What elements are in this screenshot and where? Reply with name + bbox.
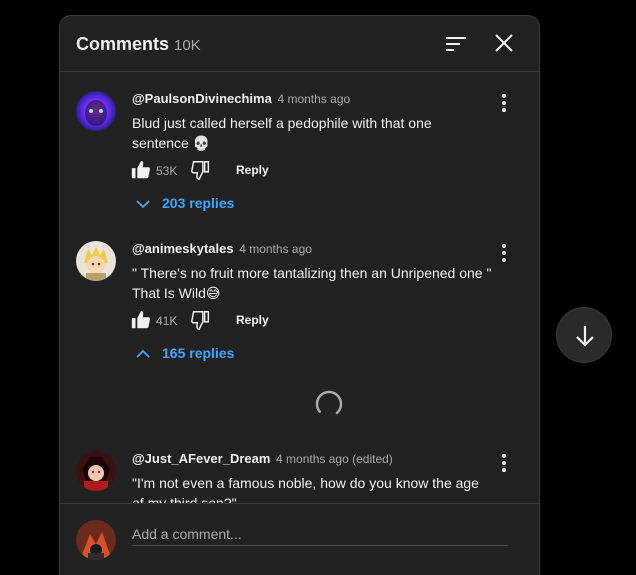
chevron-up-icon: [136, 349, 150, 358]
avatar[interactable]: [76, 91, 116, 131]
add-comment-bar: [60, 503, 539, 575]
thumbs-down-icon: [191, 161, 210, 180]
comments-header: Comments 10K: [60, 16, 539, 72]
more-vert-icon: [502, 454, 506, 472]
comment-text: Blud just called herself a pedophile wit…: [132, 115, 432, 151]
sort-icon: [446, 37, 466, 51]
comment-menu-button[interactable]: [494, 241, 514, 265]
close-button[interactable]: [488, 30, 520, 58]
comment-item: @animeskytales 4 months ago " There's no…: [60, 241, 539, 391]
comment-menu-button[interactable]: [494, 451, 514, 475]
reply-button[interactable]: Reply: [236, 163, 269, 177]
comment-time[interactable]: 4 months ago (edited): [276, 452, 393, 466]
comment-count: 10K: [174, 37, 201, 54]
comment-item: @Just_AFever_Dream 4 months ago (edited)…: [60, 451, 539, 503]
chevron-down-icon: [136, 200, 150, 209]
dislike-button[interactable]: [190, 309, 212, 331]
like-count: 41K: [156, 314, 178, 328]
comment-author[interactable]: @Just_AFever_Dream 4 months ago (edited): [132, 451, 393, 466]
reply-button[interactable]: Reply: [236, 313, 269, 327]
panel-title: Comments: [76, 34, 170, 54]
comment-text: " There's no fruit more tantalizing then…: [132, 265, 492, 301]
comments-list[interactable]: @PaulsonDivinechima 4 months ago Blud ju…: [60, 73, 539, 503]
dislike-button[interactable]: [190, 159, 212, 181]
comment-time[interactable]: 4 months ago: [239, 242, 312, 256]
comment-item: @PaulsonDivinechima 4 months ago Blud ju…: [60, 91, 539, 241]
scroll-to-bottom-button[interactable]: [556, 307, 612, 363]
avatar[interactable]: [76, 451, 116, 491]
thumbs-up-icon: [131, 160, 151, 179]
more-vert-icon: [502, 94, 506, 112]
add-comment-input[interactable]: [132, 522, 508, 546]
thumbs-up-icon: [131, 310, 151, 329]
comment-author[interactable]: @PaulsonDivinechima 4 months ago: [132, 91, 350, 106]
user-avatar: [76, 520, 116, 560]
comment-author[interactable]: @animeskytales 4 months ago: [132, 241, 312, 256]
more-vert-icon: [502, 244, 506, 262]
comment-actions: 41K Reply: [130, 309, 330, 333]
thumbs-down-icon: [191, 311, 210, 330]
comment-text: "I'm not even a famous noble, how do you…: [132, 475, 479, 503]
avatar[interactable]: [76, 241, 116, 281]
comments-panel: Comments 10K @PaulsonDivinechima 4 month…: [59, 15, 540, 575]
like-count: 53K: [156, 164, 178, 178]
comment-time[interactable]: 4 months ago: [277, 92, 350, 106]
sort-button[interactable]: [440, 30, 472, 58]
loading-spinner-icon: [315, 390, 343, 418]
comment-actions: 53K Reply: [130, 159, 330, 183]
arrow-down-icon: [576, 326, 594, 347]
like-button[interactable]: [130, 309, 152, 331]
like-button[interactable]: [130, 159, 152, 181]
comment-menu-button[interactable]: [494, 91, 514, 115]
close-icon: [495, 34, 513, 52]
